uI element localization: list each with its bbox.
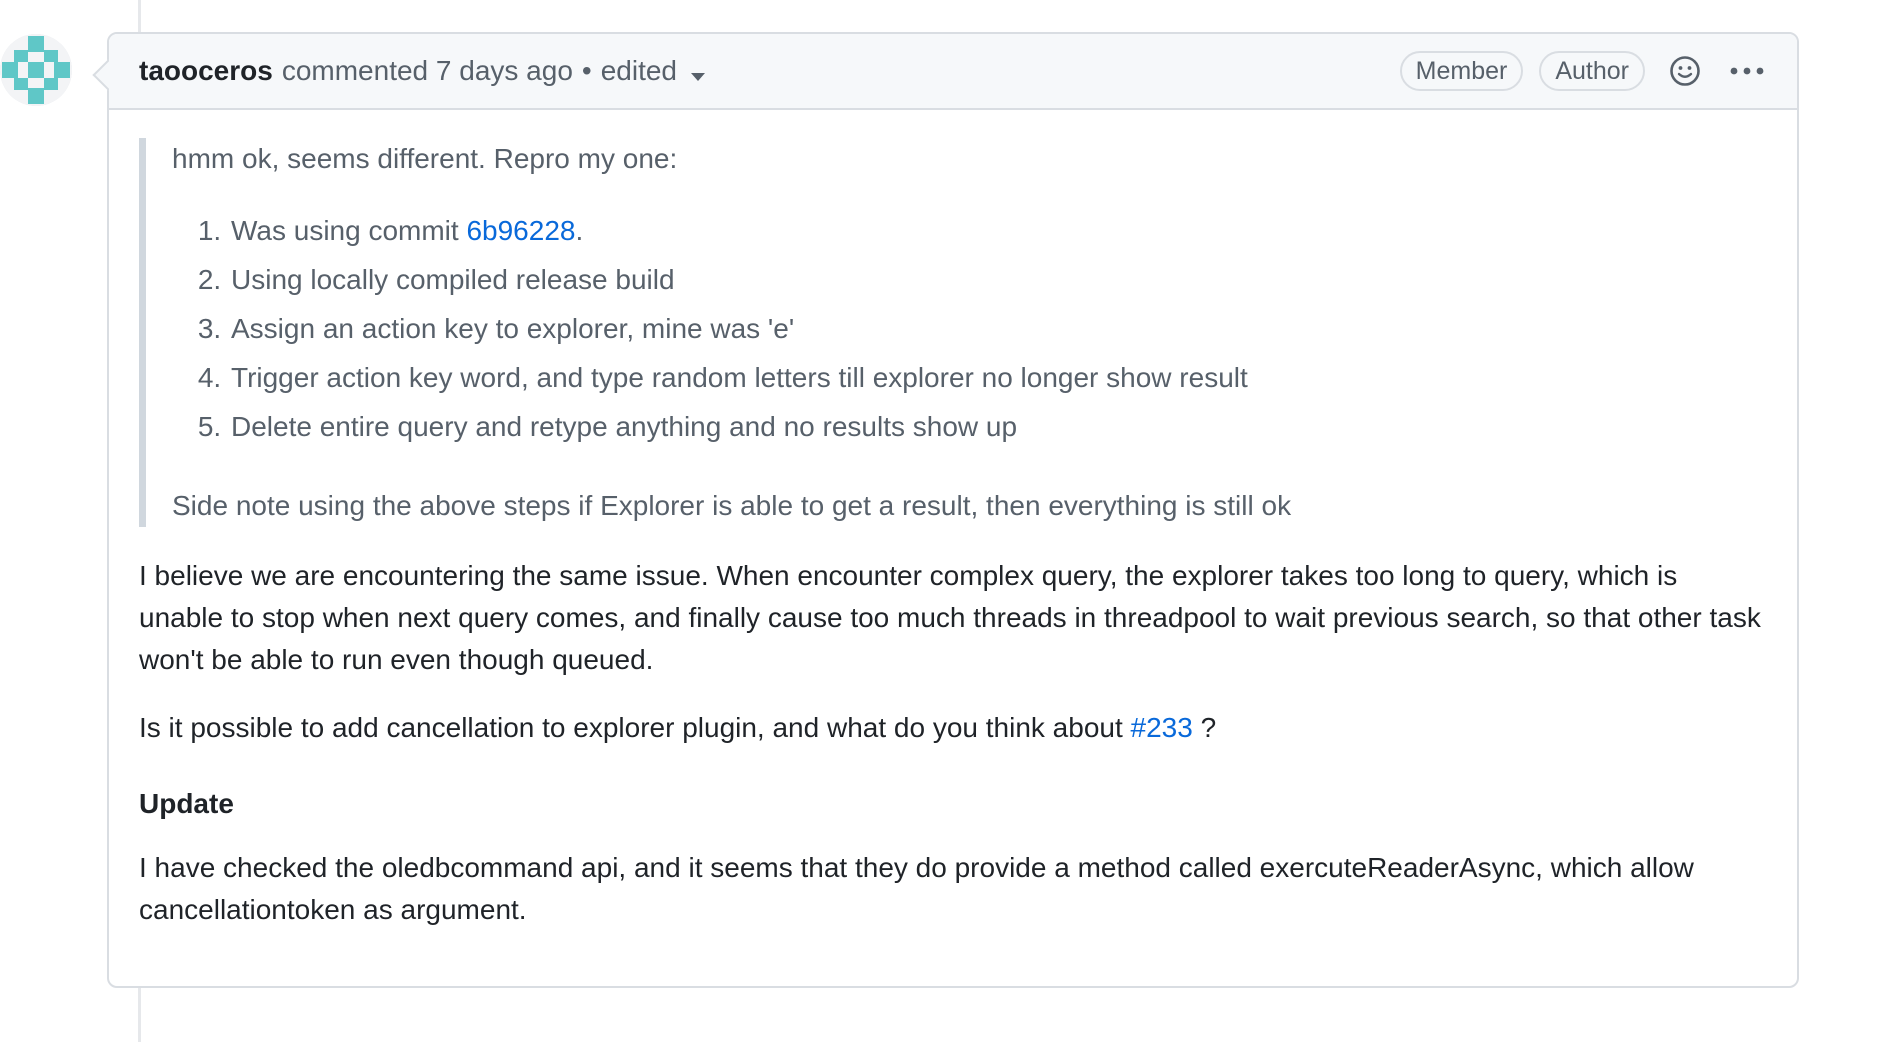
quote-intro: hmm ok, seems different. Repro my one: <box>172 143 678 174</box>
quote-side-note: Side note using the above steps if Explo… <box>172 490 1292 521</box>
comment-body: hmm ok, seems different. Repro my one: W… <box>109 110 1797 931</box>
caret-down-icon <box>691 57 705 89</box>
paragraph-text: Is it possible to add cancellation to ex… <box>139 712 1131 743</box>
smiley-icon <box>1670 56 1700 86</box>
quoted-reply: hmm ok, seems different. Repro my one: W… <box>139 138 1767 527</box>
issue-link[interactable]: #233 <box>1131 712 1193 743</box>
comment-paragraph: I believe we are encountering the same i… <box>139 560 1761 675</box>
step-text: Was using commit <box>231 215 467 246</box>
repro-steps-list: Was using commit 6b96228. Using locally … <box>172 210 1767 455</box>
list-item: Was using commit 6b96228. <box>229 210 1767 259</box>
update-heading: Update <box>139 788 234 819</box>
more-options-button[interactable] <box>1727 53 1767 89</box>
comment-actions: Member Author <box>1384 51 1767 91</box>
list-item: Delete entire query and retype anything … <box>229 406 1767 455</box>
author-badge: Author <box>1539 51 1645 91</box>
add-reaction-button[interactable] <box>1667 53 1703 89</box>
comment-action-text[interactable]: commented 7 days ago <box>282 55 573 87</box>
author-link[interactable]: taooceros <box>139 55 273 87</box>
step-text: Using locally compiled release build <box>231 264 675 295</box>
step-text: Trigger action key word, and type random… <box>231 362 1248 393</box>
list-item: Using locally compiled release build <box>229 259 1767 308</box>
member-badge: Member <box>1399 51 1524 91</box>
kebab-horizontal-icon <box>1730 67 1764 75</box>
paragraph-text-suffix: ? <box>1192 712 1217 743</box>
comment-box: taooceros commented 7 days ago • edited … <box>107 32 1799 988</box>
edited-history-dropdown[interactable]: edited <box>601 53 705 89</box>
comment-paragraph: Is it possible to add cancellation to ex… <box>139 707 1767 749</box>
user-avatar[interactable] <box>0 34 72 106</box>
comment-meta: taooceros commented 7 days ago • edited <box>139 53 705 89</box>
step-text: Delete entire query and retype anything … <box>231 411 1018 442</box>
bullet-separator: • <box>581 55 592 86</box>
list-item: Trigger action key word, and type random… <box>229 357 1767 406</box>
step-text: Assign an action key to explorer, mine w… <box>231 313 795 344</box>
comment-paragraph: I have checked the oledbcommand api, and… <box>139 852 1694 925</box>
identicon-avatar-icon <box>0 34 72 106</box>
list-item: Assign an action key to explorer, mine w… <box>229 308 1767 357</box>
edited-label: edited <box>600 55 677 86</box>
comment-header: taooceros commented 7 days ago • edited … <box>109 34 1797 110</box>
commit-link[interactable]: 6b96228 <box>466 215 575 246</box>
step-text-suffix: . <box>575 215 584 246</box>
